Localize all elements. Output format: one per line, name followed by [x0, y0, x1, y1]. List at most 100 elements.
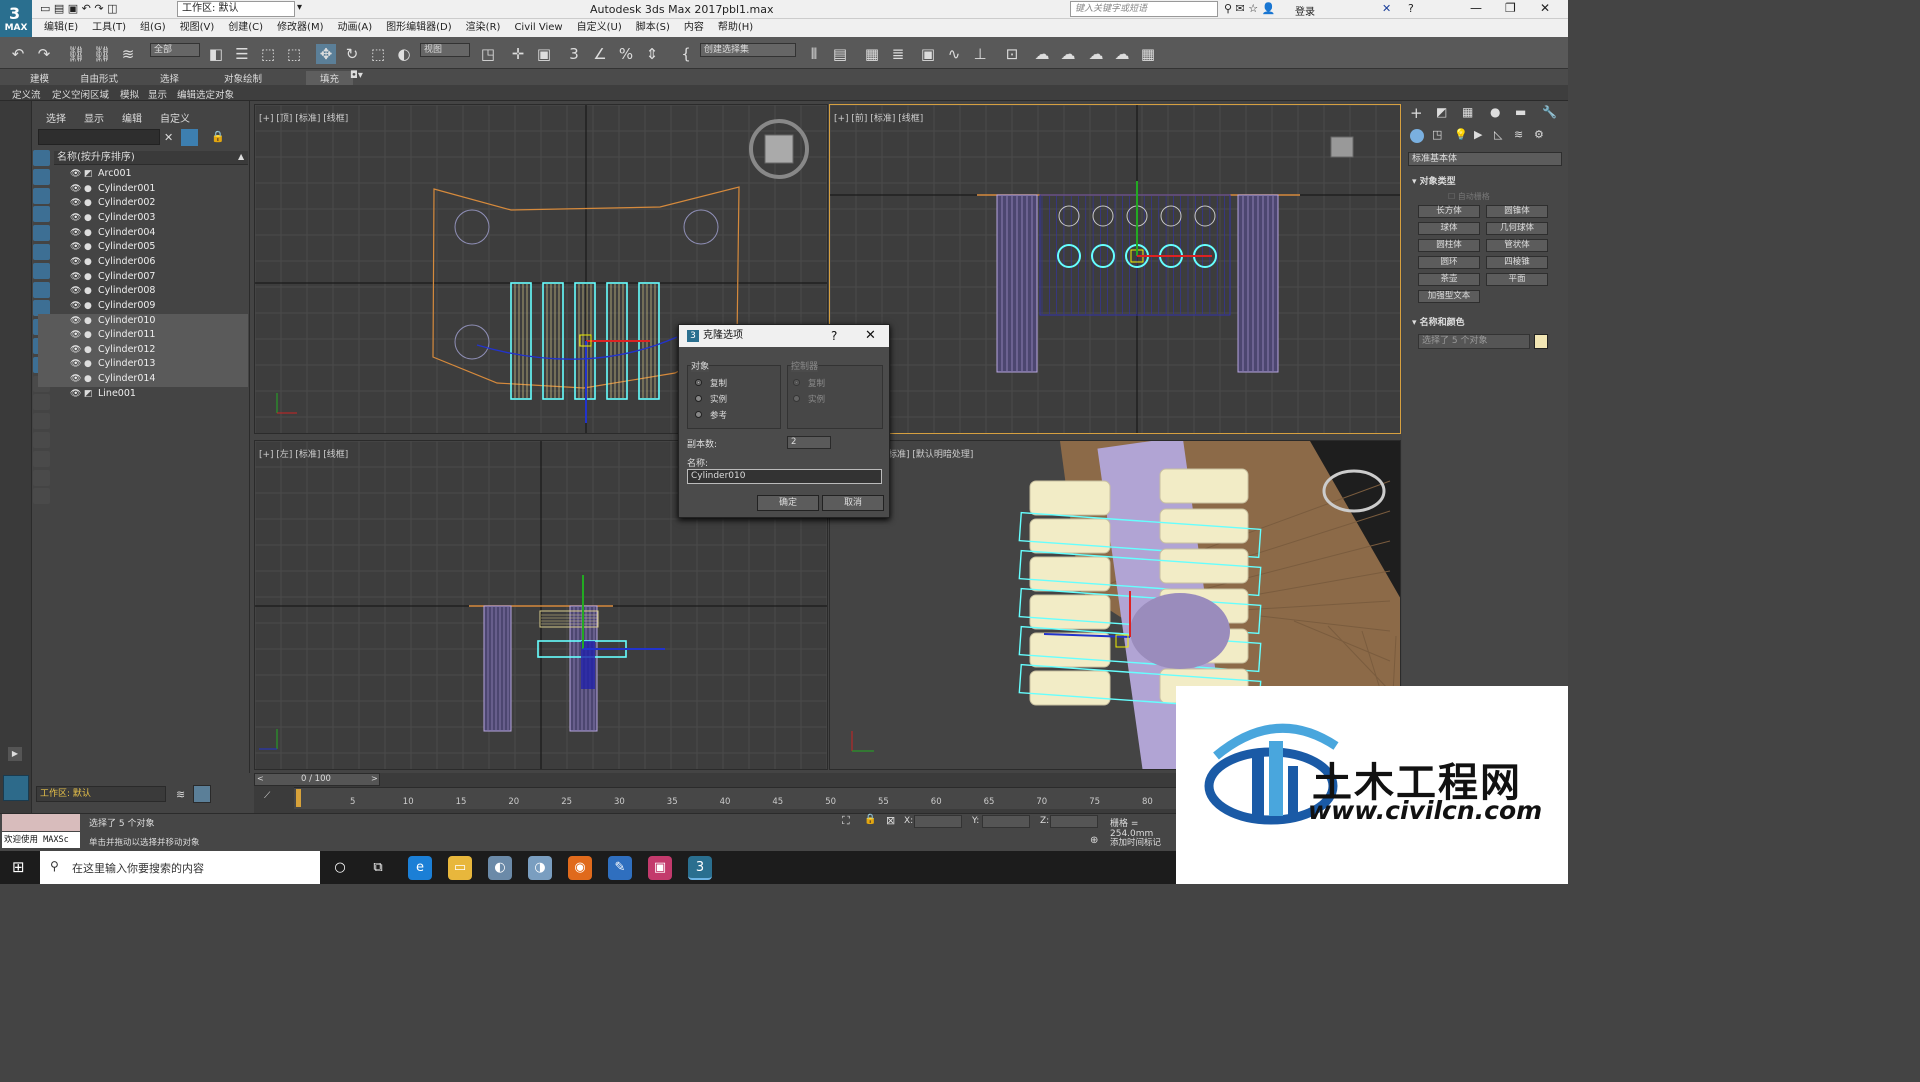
light-bulb-icon[interactable]: ● — [84, 226, 92, 241]
eye-icon[interactable]: 👁 — [70, 328, 81, 343]
light-bulb-icon[interactable]: ● — [84, 328, 92, 343]
pivot-icon[interactable]: ◳ — [478, 44, 498, 64]
primitive-button[interactable]: 四棱锥 — [1486, 256, 1548, 269]
close-icon[interactable]: ✕ — [1540, 1, 1550, 15]
scale-icon[interactable]: ⬚ — [368, 44, 388, 64]
cortana-icon[interactable]: ○ — [328, 856, 352, 880]
file-explorer-icon[interactable]: ▭ — [448, 856, 472, 880]
primitive-button[interactable]: 茶壶 — [1418, 273, 1480, 286]
primitive-button[interactable]: 平面 — [1486, 273, 1548, 286]
copies-spinner[interactable]: 2 — [787, 436, 831, 449]
scene-row-cylinder001[interactable]: 👁 ● Cylinder001 — [38, 182, 248, 197]
ribbon-command[interactable]: 定义空闲区域 — [52, 87, 109, 101]
firefox-icon[interactable]: ◉ — [568, 856, 592, 880]
object-name-field[interactable]: 选择了 5 个对象 — [1418, 334, 1530, 349]
menu-item[interactable]: 创建(C) — [228, 19, 263, 37]
modify-tab-icon[interactable]: ◩ — [1436, 105, 1447, 119]
minimize-icon[interactable]: — — [1470, 1, 1482, 15]
play-icon[interactable]: ▶ — [8, 747, 22, 761]
light-bulb-icon[interactable]: ◩ — [84, 387, 93, 402]
ribbon-command[interactable]: 模拟 — [120, 87, 139, 101]
rollout-object-type[interactable]: ▾ 对象类型 — [1412, 174, 1456, 187]
viewport-label-top[interactable]: [+] [顶] [标准] [线框] — [259, 111, 348, 124]
none-filter-icon[interactable] — [33, 413, 50, 430]
notepad-icon[interactable]: ✎ — [608, 856, 632, 880]
track-bar[interactable]: 5 10 15 20 25 30 35 40 45 50 55 60 65 70 75 80 — [294, 787, 1176, 809]
chevron-down-icon[interactable]: ▾ — [297, 2, 302, 13]
placement-icon[interactable]: ◐ — [394, 44, 414, 64]
exchange-icon[interactable]: ✕ — [1382, 2, 1391, 15]
y-coordinate-input[interactable] — [982, 815, 1030, 828]
eye-icon[interactable]: 👁 — [70, 211, 81, 226]
scene-menu-3[interactable]: 自定义 — [160, 114, 190, 125]
hierarchy-tab-icon[interactable]: ▦ — [1462, 105, 1473, 119]
eye-icon[interactable]: 👁 — [70, 343, 81, 358]
scene-row-cylinder008[interactable]: 👁 ● Cylinder008 — [38, 284, 248, 299]
link-icon[interactable] — [33, 488, 50, 505]
link-icon[interactable]: ⛓ — [66, 44, 86, 64]
eye-icon[interactable]: 👁 — [70, 299, 81, 314]
primitive-button[interactable]: 球体 — [1418, 222, 1480, 235]
curve-editor-icon[interactable]: ∿ — [944, 44, 964, 64]
radio-icon[interactable] — [695, 395, 702, 402]
unlink-icon[interactable]: ⛓ — [92, 44, 112, 64]
primitive-button[interactable]: 圆锥体 — [1486, 205, 1548, 218]
menu-item[interactable]: 组(G) — [140, 19, 166, 37]
menu-item[interactable]: 动画(A) — [338, 19, 373, 37]
percent-snap-icon[interactable]: % — [616, 44, 636, 64]
radio-icon[interactable] — [695, 411, 702, 418]
render-iterative-icon[interactable]: ☁ — [1112, 44, 1132, 64]
scene-row-cylinder003[interactable]: 👁 ● Cylinder003 — [38, 211, 248, 226]
bind-spacewarp-icon[interactable]: ≋ — [118, 44, 138, 64]
spacewarps-icon[interactable]: ≋ — [1514, 128, 1523, 141]
menu-item[interactable]: 编辑(E) — [44, 19, 78, 37]
menu-item[interactable]: 工具(T) — [92, 19, 126, 37]
manipulate-icon[interactable]: ✛ — [508, 44, 528, 64]
eye-icon[interactable]: 👁 — [70, 167, 81, 182]
ribbon-tab[interactable]: 选择 — [160, 71, 179, 85]
menu-item[interactable]: 修改器(M) — [277, 19, 323, 37]
eye-icon[interactable]: 👁 — [70, 372, 81, 387]
scene-row-cylinder010[interactable]: 👁 ● Cylinder010 — [38, 313, 248, 329]
light-bulb-icon[interactable]: ● — [84, 182, 92, 197]
select-object-icon[interactable]: ◧ — [206, 44, 226, 64]
time-marker[interactable] — [296, 789, 301, 807]
ribbon-tab[interactable]: 自由形式 — [80, 71, 118, 85]
search-input[interactable]: 键入关键字或短语 — [1070, 1, 1218, 17]
tools-icon[interactable] — [33, 450, 50, 467]
shapes-icon[interactable]: ◳ — [1432, 128, 1442, 141]
curve-editor-icon[interactable]: ⟋ — [264, 791, 270, 801]
menu-item[interactable]: 渲染(R) — [466, 19, 501, 37]
next-frame-icon[interactable]: > — [371, 774, 378, 783]
workspace-bottom-select[interactable]: 工作区: 默认 — [36, 786, 166, 802]
object-option-2[interactable]: 参考 — [695, 409, 775, 421]
menu-item[interactable]: 视图(V) — [180, 19, 215, 37]
camera-icon[interactable]: ◘▾ — [350, 70, 363, 81]
a360-icon[interactable]: ▦ — [1138, 44, 1158, 64]
ribbon-tab[interactable]: 对象绘制 — [224, 71, 262, 85]
quick-access-icons[interactable]: ▭ ▤ ▣ ↶ ↷ ◫ — [40, 2, 118, 15]
help-button[interactable]: ? — [831, 325, 837, 347]
viewport-label-front[interactable]: [+] [前] [标准] [线框] — [834, 111, 923, 124]
viewport-label-perspective[interactable]: 标准] [默认明暗处理] — [888, 447, 973, 460]
ok-button[interactable]: 确定 — [757, 495, 819, 511]
move-icon[interactable]: ✥ — [316, 44, 336, 64]
ribbon-command[interactable]: 定义流 — [12, 87, 41, 101]
rect-selection-icon[interactable]: ⬚ — [258, 44, 278, 64]
light-bulb-icon[interactable]: ● — [84, 372, 92, 387]
time-tag-icon[interactable]: ⊕ — [1090, 835, 1098, 846]
angle-snap-icon[interactable]: ∠ — [590, 44, 610, 64]
scene-row-cylinder004[interactable]: 👁 ● Cylinder004 — [38, 226, 248, 241]
eye-icon[interactable]: 👁 — [70, 387, 81, 402]
window-crossing-icon[interactable]: ⬚ — [284, 44, 304, 64]
prev-frame-icon[interactable]: < — [257, 774, 264, 783]
eye-icon[interactable]: 👁 — [70, 182, 81, 197]
scene-row-cylinder014[interactable]: 👁 ● Cylinder014 — [38, 372, 248, 387]
autogrid-checkbox[interactable]: ☐ 自动栅格 — [1448, 191, 1490, 202]
category-select[interactable]: 标准基本体 — [1408, 152, 1562, 166]
clear-icon[interactable]: ✕ — [164, 131, 173, 144]
lock-icon[interactable]: 🔒 — [211, 130, 225, 143]
scene-menu-1[interactable]: 显示 — [84, 114, 104, 125]
primitive-button[interactable]: 圆环 — [1418, 256, 1480, 269]
scene-row-cylinder002[interactable]: 👁 ● Cylinder002 — [38, 196, 248, 211]
